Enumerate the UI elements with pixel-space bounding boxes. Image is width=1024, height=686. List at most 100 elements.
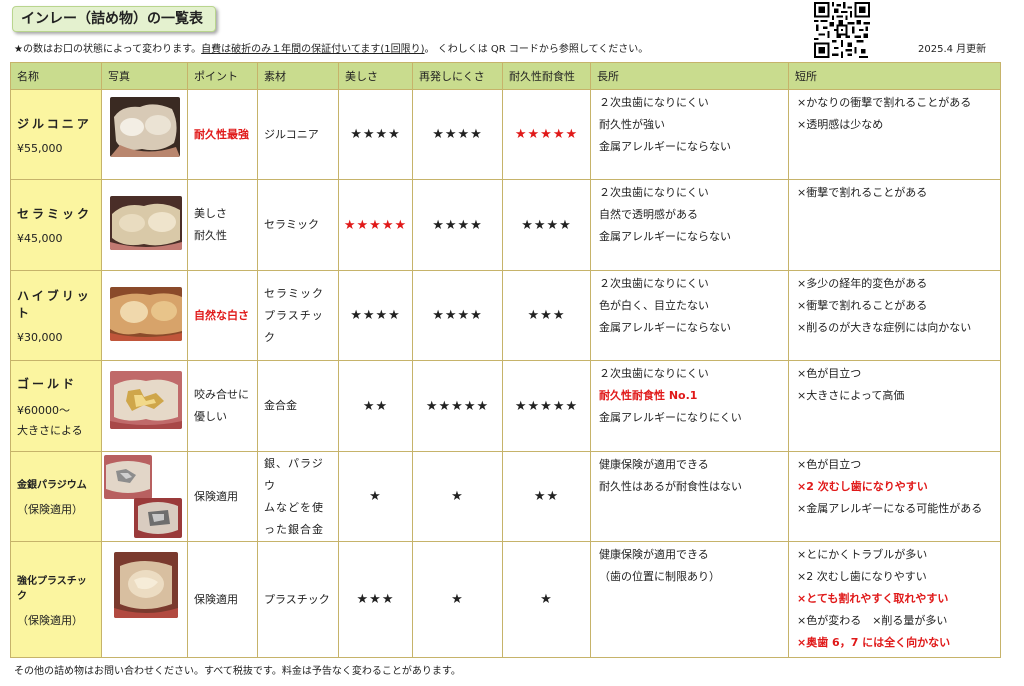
point-text: 美しさ (194, 207, 227, 221)
footer-note: その他の詰め物はお問い合わせください。すべて税抜です。料金は予告なく変わることが… (14, 666, 461, 677)
beauty-rating: ★★★ (338, 541, 413, 658)
price: ¥60000～ (17, 403, 70, 417)
pros-item: 耐久性はあるが耐食性はない (599, 479, 742, 493)
durability-rating: ★★★★ (502, 179, 591, 271)
updated-date: 2025.4 月更新 (918, 44, 987, 55)
material-text: セラミック (264, 218, 319, 232)
palladium-tooth-photo-2[interactable] (134, 497, 182, 538)
point-cell: 保険適用 (187, 450, 258, 543)
material-cell: 金合金 (257, 360, 339, 452)
pros-item: 健康保険が適用できる (599, 548, 709, 562)
pros-item: ２次虫歯になりにくい (599, 186, 709, 200)
pros-item: 耐久性が強い (599, 118, 665, 131)
point-text: 保険適用 (194, 592, 238, 606)
material-text: ジルコニア (264, 127, 319, 141)
notice-text: ★の数はお口の状態によって変わります。自費は破折のみ１年間の保証付いてます(1回… (14, 40, 648, 55)
cons-cell: ×衝撃で割れることがある (788, 179, 1001, 271)
point-cell: 自然な白さ (187, 269, 258, 362)
point-text: 自然な白さ (194, 308, 249, 322)
name-cell: ジルコニア ¥55,000 (10, 88, 102, 181)
photo-cell (101, 541, 188, 658)
name-cell: 金銀パラジウム （保険適用） (10, 450, 102, 543)
pros-cell: 健康保険が適用できる 耐久性はあるが耐食性はない (590, 450, 789, 543)
cons-item: ×削るのが大きな症例には向かない (797, 320, 972, 334)
warranty-note: 自費は破折のみ１年間の保証付いてます(1回限り) (201, 44, 425, 55)
beauty-rating: ★★★★★ (338, 179, 413, 271)
point-text: 優しい (194, 410, 227, 424)
header-recurrence: 再発しにくさ (412, 62, 503, 90)
material-name: ジルコニア (17, 116, 92, 131)
point-cell: 耐久性最強 (187, 88, 258, 181)
ceramic-tooth-photo[interactable] (110, 196, 182, 251)
material-text: 銀、パラジウ (264, 456, 324, 492)
recurrence-rating: ★ (412, 541, 503, 658)
cons-item: ×かなりの衝撃で割れることがある (797, 96, 972, 109)
price: ¥30,000 (17, 331, 63, 345)
page-title: インレー（詰め物）の一覧表 (12, 6, 216, 32)
pros-item: 金属アレルギーになりにくい (599, 411, 742, 425)
header-cons: 短所 (788, 62, 1001, 90)
beauty-rating: ★★★★ (338, 269, 413, 362)
cons-item: ×色が目立つ (797, 457, 862, 471)
material-cell: セラミック (257, 179, 339, 271)
material-text: ムなどを使 (264, 500, 324, 514)
palladium-tooth-photo-1[interactable] (104, 454, 152, 499)
durability-rating: ★★★ (502, 269, 591, 362)
pros-item: 金属アレルギーにならない (599, 140, 731, 153)
recurrence-rating: ★ (412, 450, 503, 543)
material-name: 強化プラスチック (17, 575, 87, 602)
point-text: 耐久性 (194, 229, 227, 243)
cons-item: ×大きさによって高価 (797, 389, 905, 403)
hybrid-tooth-photo[interactable] (110, 286, 182, 341)
durability-rating: ★★★★★ (502, 88, 591, 181)
table-row-zirconia: ジルコニア ¥55,000 耐久性最強 ジルコニア ★★★★ ★★★★ ★★★★… (10, 88, 1001, 181)
cons-item: ×金属アレルギーになる可能性がある (797, 501, 983, 515)
recurrence-rating: ★★★★ (412, 179, 503, 271)
pros-cell: ２次虫歯になりにくい 自然で透明感がある 金属アレルギーにならない (590, 179, 789, 271)
cons-item: ×2 次むし歯になりやすい (797, 570, 927, 584)
header-durability: 耐久性耐食性 (502, 62, 591, 90)
inlay-comparison-table: 名称 写真 ポイント 素材 美しさ 再発しにくさ 耐久性耐食性 長所 短所 ジル… (10, 62, 1001, 658)
zirconia-tooth-photo[interactable] (110, 97, 180, 157)
name-cell: ゴールド ¥60000～ 大きさによる (10, 360, 102, 452)
pros-item: 金属アレルギーにならない (599, 320, 731, 334)
table-row-plastic: 強化プラスチック （保険適用） 保険適用 プラスチック ★★★ ★ ★ 健康保険… (10, 541, 1001, 658)
recurrence-rating: ★★★★ (412, 88, 503, 181)
pros-item: 耐久性耐食性 No.1 (599, 389, 698, 403)
header-name: 名称 (10, 62, 102, 90)
name-cell: ハイブリット ¥30,000 (10, 269, 102, 362)
point-text: 耐久性最強 (194, 127, 249, 141)
point-cell: 美しさ 耐久性 (187, 179, 258, 271)
photo-cell (101, 360, 188, 452)
header-pros: 長所 (590, 62, 789, 90)
pros-item: 色が白く、目立たない (599, 298, 709, 312)
photo-cell (101, 88, 188, 181)
pros-cell: ２次虫歯になりにくい 色が白く、目立たない 金属アレルギーにならない (590, 269, 789, 362)
gold-tooth-photo[interactable] (110, 371, 182, 430)
material-text: った銀合金 (264, 522, 324, 536)
cons-item: ×奥歯 6，7 には全く向かない (797, 636, 951, 650)
pros-item: 金属アレルギーにならない (599, 230, 731, 244)
beauty-rating: ★★★★ (338, 88, 413, 181)
table-row-ceramic: セラミック ¥45,000 美しさ 耐久性 セラミック ★★★★★ ★★★★ ★… (10, 179, 1001, 271)
pros-item: 自然で透明感がある (599, 208, 698, 222)
insurance-label: （保険適用） (17, 503, 83, 517)
material-name: セラミック (17, 207, 93, 222)
cons-item: ×衝撃で割れることがある (797, 186, 928, 200)
name-cell: 強化プラスチック （保険適用） (10, 541, 102, 658)
table-row-hybrid: ハイブリット ¥30,000 自然な白さ セラミック プラスチック ★★★★ ★… (10, 269, 1001, 362)
pros-cell: ２次虫歯になりにくい 耐久性耐食性 No.1 金属アレルギーになりにくい (590, 360, 789, 452)
plastic-tooth-photo[interactable] (114, 552, 178, 619)
qr-code-icon[interactable] (814, 2, 870, 58)
header-point: ポイント (187, 62, 258, 90)
point-cell: 咬み合せに 優しい (187, 360, 258, 452)
material-cell: セラミック プラスチック (257, 269, 339, 362)
cons-cell: ×色が目立つ ×大きさによって高価 (788, 360, 1001, 452)
header-photo: 写真 (101, 62, 188, 90)
header-beauty: 美しさ (338, 62, 413, 90)
material-name: ゴールド (17, 376, 78, 391)
cons-cell: ×とにかくトラブルが多い ×2 次むし歯になりやすい ×とても割れやすく取れやす… (788, 541, 1001, 658)
price-note: 大きさによる (17, 423, 83, 437)
material-cell: プラスチック (257, 541, 339, 658)
point-cell: 保険適用 (187, 541, 258, 658)
